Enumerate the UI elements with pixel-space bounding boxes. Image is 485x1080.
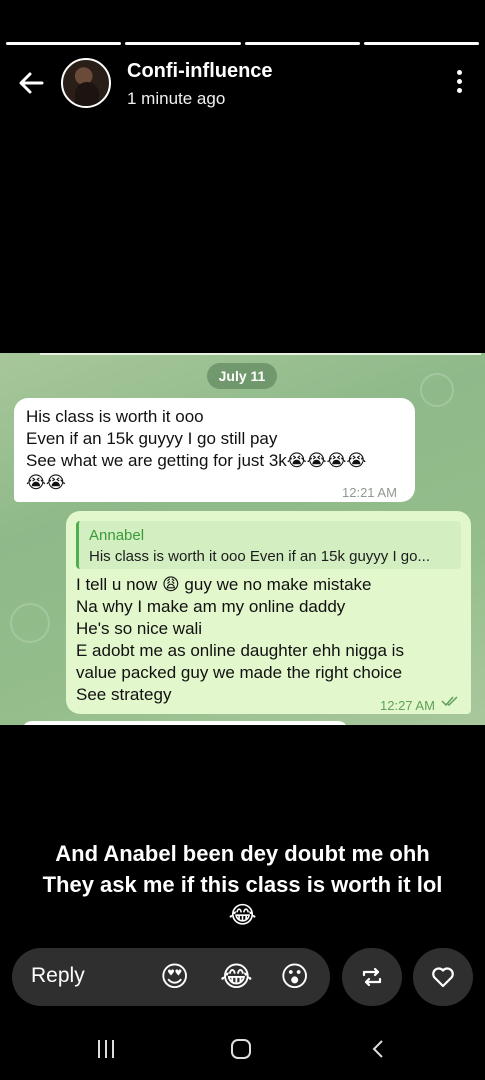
back-nav-icon[interactable]: [368, 1038, 390, 1060]
system-nav-bar: [0, 1030, 485, 1070]
story-caption: And Anabel been dey doubt me ohh They as…: [0, 838, 485, 931]
laughing-reaction[interactable]: 😂: [220, 961, 253, 993]
double-check-icon: [441, 696, 458, 707]
progress-segment-3: [244, 42, 360, 45]
message-line: I tell u now 😩 guy we no make mistake: [76, 575, 372, 594]
surprised-reaction[interactable]: 😮: [280, 961, 309, 993]
progress-segment-1: [6, 42, 122, 45]
message-time: 12:21 AM: [342, 485, 397, 500]
message-line: value packed guy we made the right choic…: [76, 663, 403, 682]
recent-apps-icon[interactable]: [95, 1038, 117, 1060]
reply-input[interactable]: Reply 😍 😂 😮: [12, 948, 330, 1006]
back-arrow-icon[interactable]: [16, 68, 46, 98]
like-button[interactable]: [413, 948, 473, 1006]
account-name[interactable]: Confi-influence: [127, 60, 273, 83]
repost-icon: [362, 967, 382, 987]
chat-screenshot: July 11 His class is worth it ooo Even i…: [0, 353, 485, 725]
heart-eyes-reaction[interactable]: 😍: [160, 961, 189, 993]
message-line: He's so nice wali: [76, 619, 203, 638]
caption-line: They ask me if this class is worth it lo…: [42, 872, 443, 897]
reply-placeholder[interactable]: Reply: [31, 964, 85, 988]
progress-segment-4: [363, 42, 479, 45]
date-label: July 11: [207, 363, 277, 389]
story-progress-bar: [6, 42, 479, 45]
quoted-reply: Annabel His class is worth it ooo Even i…: [76, 521, 461, 569]
message-line: His class is worth it ooo: [26, 407, 204, 426]
message-line: See what we are getting for just 3k😭😭😭😭: [26, 451, 367, 470]
message-line: Even if an 15k guyyy I go still pay: [26, 429, 278, 448]
progress-segment-2: [125, 42, 241, 45]
caption-emoji: 😂: [228, 902, 257, 929]
outgoing-message: Annabel His class is worth it ooo Even i…: [66, 511, 471, 714]
avatar[interactable]: [61, 58, 111, 108]
post-time: 1 minute ago: [127, 89, 226, 108]
message-line: Na why I make am my online daddy: [76, 597, 346, 616]
repost-button[interactable]: [342, 948, 402, 1006]
quoted-author: Annabel: [89, 527, 145, 544]
message-line: E adobt me as online daughter ehh nigga …: [76, 641, 404, 660]
more-options-icon[interactable]: [455, 70, 463, 96]
caption-line: And Anabel been dey doubt me ohh: [55, 841, 430, 866]
incoming-message: His class is worth it ooo Even if an 15k…: [14, 398, 415, 502]
home-icon[interactable]: [230, 1038, 252, 1060]
quoted-text: His class is worth it ooo Even if an 15k…: [89, 548, 430, 565]
message-time: 12:27 AM: [380, 698, 435, 713]
story-header: Confi-influence 1 minute ago: [0, 56, 485, 112]
heart-icon: [432, 967, 454, 988]
